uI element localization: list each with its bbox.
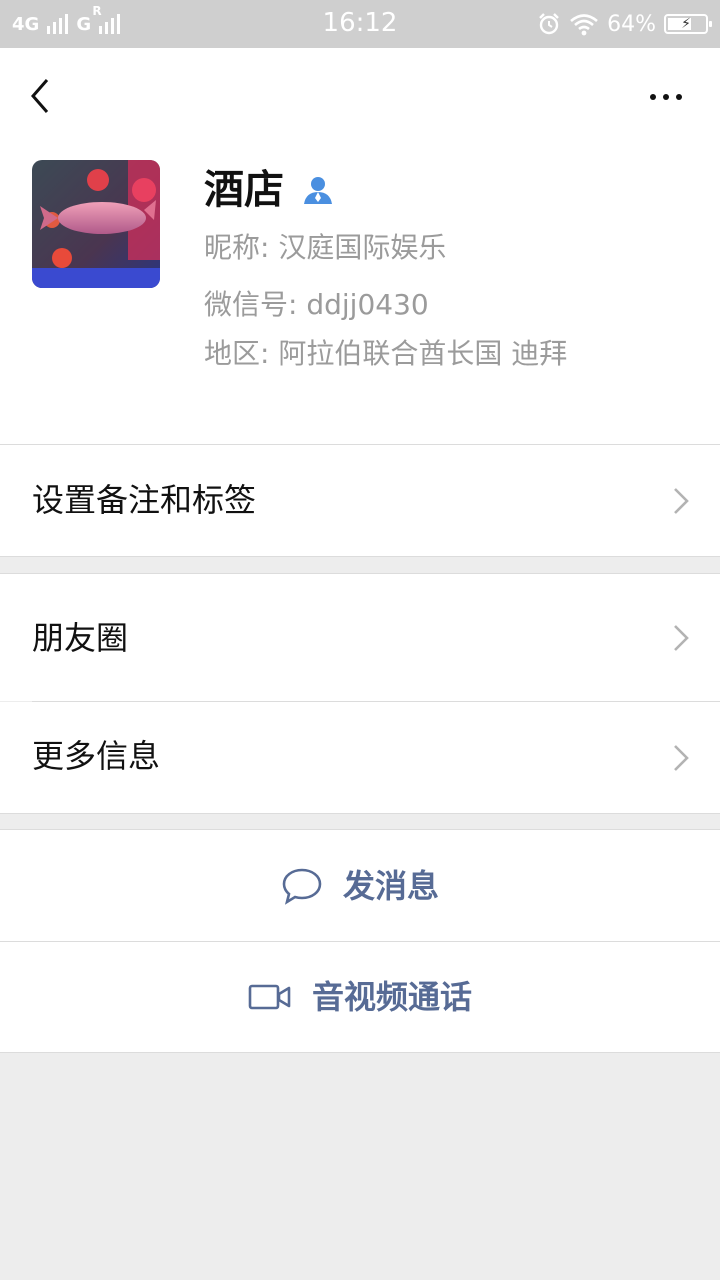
moments-label: 朋友圈 xyxy=(32,619,129,657)
chat-bubble-icon xyxy=(282,868,322,905)
more-info-label: 更多信息 xyxy=(32,737,161,775)
chevron-left-icon xyxy=(31,79,49,113)
back-button[interactable] xyxy=(18,70,62,122)
video-call-button[interactable]: 音视频通话 xyxy=(0,942,720,1052)
battery-percent: 64% xyxy=(607,11,656,37)
contact-user-icon xyxy=(304,177,332,204)
send-message-label: 发消息 xyxy=(342,866,439,905)
more-button[interactable] xyxy=(642,80,690,114)
region-text: 地区: 阿拉伯联合酋长国 迪拜 xyxy=(204,337,568,370)
wechat-id-text: 微信号: ddjj0430 xyxy=(204,288,429,321)
status-right: 64% ⚡ xyxy=(537,8,712,40)
divider xyxy=(0,1052,720,1053)
status-bar: 4G G R 16:12 64% ⚡ xyxy=(0,0,720,48)
chevron-right-icon xyxy=(674,745,689,771)
send-message-button[interactable]: 发消息 xyxy=(0,830,720,941)
avatar-fish-image xyxy=(32,160,160,288)
video-call-label: 音视频通话 xyxy=(311,978,472,1016)
remark-tags-row[interactable]: 设置备注和标签 xyxy=(0,445,720,556)
contact-name: 酒店 xyxy=(204,167,284,213)
avatar[interactable] xyxy=(32,160,160,288)
video-camera-icon xyxy=(248,984,291,1010)
nickname-text: 昵称: 汉庭国际娱乐 xyxy=(204,231,447,264)
chevron-right-icon xyxy=(674,625,689,651)
chevron-right-icon xyxy=(674,488,689,514)
wifi-icon xyxy=(570,14,598,36)
divider xyxy=(0,813,720,814)
alarm-icon xyxy=(539,13,559,35)
more-info-row[interactable]: 更多信息 xyxy=(0,702,720,813)
moments-row[interactable]: 朋友圈 xyxy=(0,574,720,701)
battery-icon: ⚡ xyxy=(664,14,712,34)
remark-tags-label: 设置备注和标签 xyxy=(32,481,257,519)
divider xyxy=(0,556,720,557)
